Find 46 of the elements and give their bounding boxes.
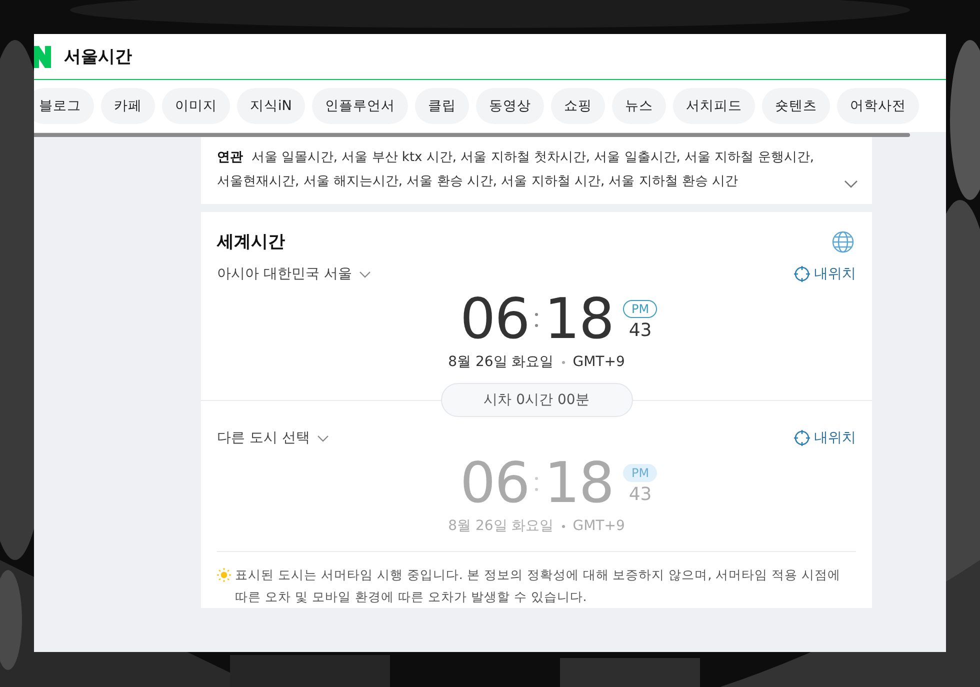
my-location-button[interactable]: 내위치 bbox=[794, 429, 856, 447]
crosshair-icon[interactable] bbox=[794, 430, 810, 446]
timezone: GMT+9 bbox=[572, 354, 625, 370]
page-title: 서울시간 bbox=[64, 46, 132, 68]
logo-icon[interactable] bbox=[34, 46, 51, 68]
related-searches: 연관 서울 일몰시간, 서울 부산 ktx 시간, 서울 지하철 첫차시간, 서울 일출시간, 서울 지하철 운행시간, 서울현재시간, 서울 해지는시간, 서울 환승 시간, 서울 지하철 시간, 서울 지하철 환승 시간 bbox=[217, 149, 815, 191]
category-tab[interactable]: 인플루언서 bbox=[312, 88, 408, 124]
chevron-down-icon[interactable] bbox=[358, 270, 371, 278]
chevron-down-icon[interactable] bbox=[844, 180, 858, 188]
category-tab[interactable]: 서치피드 bbox=[672, 88, 755, 124]
category-tab[interactable]: 숏텐츠 bbox=[762, 88, 830, 124]
chevron-down-icon[interactable] bbox=[316, 434, 329, 442]
category-tab[interactable]: 지식iN bbox=[237, 88, 305, 124]
category-tab[interactable]: 카페 bbox=[101, 88, 155, 124]
category-tab[interactable]: 블로그 bbox=[34, 88, 94, 124]
ampm-badge: PM bbox=[623, 464, 658, 482]
city-selector[interactable]: 다른 도시 선택 bbox=[217, 429, 329, 447]
my-location-button[interactable]: 내위치 bbox=[794, 265, 856, 283]
timezone: GMT+9 bbox=[572, 518, 625, 534]
colon-icon bbox=[535, 477, 538, 491]
sun-icon bbox=[217, 568, 231, 582]
time-difference: 시차 0시간 00분 bbox=[440, 383, 632, 417]
city-selector[interactable]: 아시아 대한민국 서울 bbox=[217, 265, 371, 283]
category-tab[interactable]: 쇼핑 bbox=[550, 88, 605, 124]
category-tab[interactable]: 어학사전 bbox=[836, 88, 919, 124]
date: 8월 26일 화요일 bbox=[448, 517, 554, 535]
globe-icon[interactable] bbox=[832, 230, 854, 252]
dot-icon bbox=[562, 360, 565, 364]
date: 8월 26일 화요일 bbox=[448, 353, 554, 371]
ampm-badge: PM bbox=[623, 300, 658, 318]
seconds: 43 bbox=[628, 484, 652, 504]
crosshair-icon[interactable] bbox=[794, 266, 810, 282]
category-tab[interactable]: 이미지 bbox=[162, 88, 230, 124]
minute: 18 bbox=[544, 453, 614, 515]
colon-icon bbox=[535, 313, 538, 327]
seconds: 43 bbox=[628, 320, 652, 340]
minute: 18 bbox=[544, 289, 614, 351]
hour: 06 bbox=[460, 289, 530, 351]
category-tab[interactable]: 뉴스 bbox=[612, 88, 666, 124]
category-tab[interactable]: 클립 bbox=[414, 88, 469, 124]
scrollbar[interactable] bbox=[34, 133, 910, 137]
section-title: 세계시간 bbox=[217, 231, 285, 253]
hour: 06 bbox=[460, 453, 530, 515]
notice-text: 표시된 도시는 서머타임 시행 중입니다. 본 정보의 정확성에 대해 보증하지 않으며, 서머타임 적용 시점에 따른 오차 및 모바일 환경에 따른 오차가 발생할 수 있습니다. bbox=[235, 566, 842, 606]
dot-icon bbox=[562, 524, 565, 528]
category-tab[interactable]: 동영상 bbox=[476, 88, 544, 124]
